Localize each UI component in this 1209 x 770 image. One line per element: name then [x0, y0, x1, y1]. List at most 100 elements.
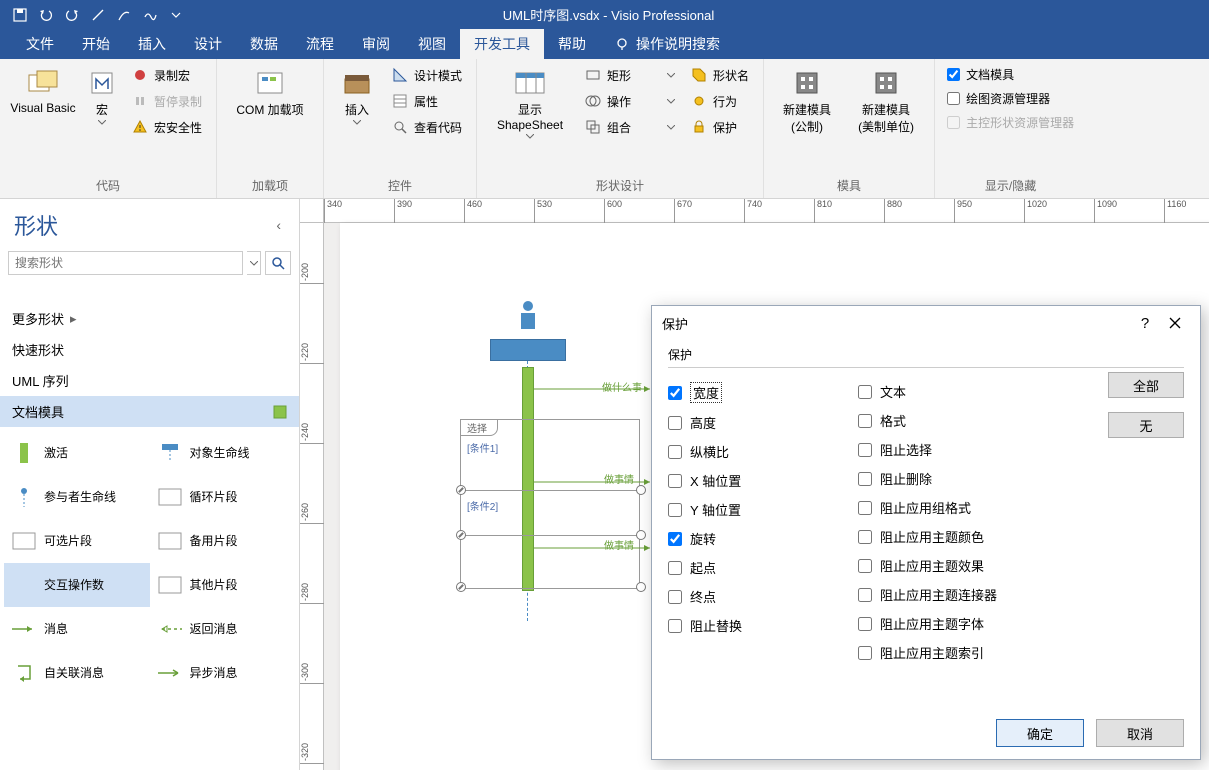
shape-opt-fragment[interactable]: 可选片段 — [4, 519, 150, 563]
protect-checkbox[interactable]: 格式 — [858, 411, 1028, 430]
lifeline-header[interactable] — [490, 339, 566, 361]
operand-separator[interactable] — [461, 490, 639, 491]
tab-help[interactable]: 帮助 — [544, 29, 600, 59]
shape-activation[interactable]: 激活 — [4, 431, 150, 475]
dialog-close-button[interactable] — [1160, 309, 1190, 337]
shapesheet-icon — [514, 67, 546, 99]
save-button[interactable] — [8, 3, 32, 27]
selection-handle[interactable] — [456, 582, 466, 592]
shape-other-fragment[interactable]: 其他片段 — [150, 563, 296, 607]
com-addins-button[interactable]: COM 加载项 — [225, 63, 315, 122]
record-macro-button[interactable]: 录制宏 — [126, 63, 208, 87]
doc-stencil-checkbox[interactable]: 文档模具 — [943, 63, 1078, 85]
protect-checkbox[interactable]: X 轴位置 — [668, 471, 838, 490]
document-stencil-category[interactable]: 文档模具 — [0, 396, 299, 427]
protect-checkbox[interactable]: 阻止删除 — [858, 469, 1028, 488]
protect-checkbox[interactable]: 旋转 — [668, 529, 838, 548]
view-code-button[interactable]: 查看代码 — [386, 115, 468, 139]
search-button[interactable] — [265, 251, 291, 275]
arc-tool-button[interactable] — [112, 3, 136, 27]
insert-control-button[interactable]: 插入 — [332, 63, 382, 129]
tab-review[interactable]: 审阅 — [348, 29, 404, 59]
design-mode-button[interactable]: 设计模式 — [386, 63, 468, 87]
show-shapesheet-button[interactable]: 显示 ShapeSheet — [485, 63, 575, 143]
macro-security-button[interactable]: 宏安全性 — [126, 115, 208, 139]
tab-data[interactable]: 数据 — [236, 29, 292, 59]
line-tool-button[interactable] — [86, 3, 110, 27]
operations-button[interactable]: 操作 — [579, 89, 681, 113]
protect-checkbox[interactable]: 阻止应用组格式 — [858, 498, 1028, 517]
selection-handle[interactable] — [636, 530, 646, 540]
new-stencil-us-button[interactable]: 新建模具 (美制单位) — [846, 63, 926, 139]
message-arrow[interactable] — [534, 545, 654, 551]
undo-button[interactable] — [34, 3, 58, 27]
collapse-pane-button[interactable]: ‹ — [272, 213, 285, 237]
tab-view[interactable]: 视图 — [404, 29, 460, 59]
search-shapes-input[interactable] — [8, 251, 243, 275]
ok-button[interactable]: 确定 — [996, 719, 1084, 747]
redo-button[interactable] — [60, 3, 84, 27]
cancel-button[interactable]: 取消 — [1096, 719, 1184, 747]
actor-shape[interactable] — [518, 301, 538, 331]
tab-process[interactable]: 流程 — [292, 29, 348, 59]
shape-actor-lifeline[interactable]: 参与者生命线 — [4, 475, 150, 519]
protect-checkbox[interactable]: 阻止选择 — [858, 440, 1028, 459]
protect-checkbox[interactable]: Y 轴位置 — [668, 500, 838, 519]
operand-separator[interactable] — [461, 535, 639, 536]
search-dropdown-button[interactable] — [247, 251, 261, 275]
selection-handle[interactable] — [636, 485, 646, 495]
select-none-button[interactable]: 无 — [1108, 412, 1184, 438]
tell-me-search[interactable]: 操作说明搜索 — [600, 29, 734, 59]
dialog-titlebar: 保护 ? — [652, 306, 1200, 340]
message-arrow[interactable] — [534, 386, 654, 392]
alt-fragment-frame[interactable]: 选择 [条件1] [条件2] — [460, 419, 640, 589]
quick-shapes-button[interactable]: 快速形状 — [0, 334, 299, 365]
more-shapes-button[interactable]: 更多形状▸ — [0, 303, 299, 334]
combine-button[interactable]: 组合 — [579, 115, 681, 139]
dialog-help-button[interactable]: ? — [1130, 309, 1160, 337]
behavior-button[interactable]: 行为 — [685, 89, 755, 113]
protect-checkbox[interactable]: 起点 — [668, 558, 838, 577]
protect-checkbox[interactable]: 阻止应用主题字体 — [858, 614, 1028, 633]
shape-name-button[interactable]: 形状名 — [685, 63, 755, 87]
new-stencil-metric-button[interactable]: 新建模具 (公制) — [772, 63, 842, 139]
tab-insert[interactable]: 插入 — [124, 29, 180, 59]
rectangle-tool-button[interactable]: 矩形 — [579, 63, 681, 87]
protect-checkbox[interactable]: 高度 — [668, 413, 838, 432]
properties-button[interactable]: 属性 — [386, 89, 468, 113]
protect-checkbox[interactable]: 阻止应用主题索引 — [858, 643, 1028, 662]
shape-message[interactable]: 消息 — [4, 607, 150, 651]
visual-basic-button[interactable]: Visual Basic — [8, 63, 78, 119]
selection-handle[interactable] — [636, 582, 646, 592]
protect-checkbox[interactable]: 阻止应用主题效果 — [858, 556, 1028, 575]
shape-loop-fragment[interactable]: 循环片段 — [150, 475, 296, 519]
macros-button[interactable]: 宏 — [82, 63, 122, 129]
select-all-button[interactable]: 全部 — [1108, 372, 1184, 398]
protect-checkbox[interactable]: 终点 — [668, 587, 838, 606]
qat-customize-button[interactable] — [164, 3, 188, 27]
protect-checkbox[interactable]: 阻止替换 — [668, 616, 838, 635]
uml-sequence-category[interactable]: UML 序列 — [0, 365, 299, 396]
protect-checkbox[interactable]: 阻止应用主题连接器 — [858, 585, 1028, 604]
tab-design[interactable]: 设计 — [180, 29, 236, 59]
message-arrow[interactable] — [534, 479, 654, 485]
shape-interaction-operand[interactable]: 交互操作数 — [4, 563, 150, 607]
protect-checkbox[interactable]: 阻止应用主题颜色 — [858, 527, 1028, 546]
shape-object-lifeline[interactable]: 对象生命线 — [150, 431, 296, 475]
protection-button[interactable]: 保护 — [685, 115, 755, 139]
shape-async-message[interactable]: 异步消息 — [150, 651, 296, 695]
tab-developer[interactable]: 开发工具 — [460, 29, 544, 59]
group-label-show-hide: 显示/隐藏 — [943, 175, 1078, 196]
protect-checkbox[interactable]: 宽度 — [668, 382, 838, 403]
selection-handle[interactable] — [456, 530, 466, 540]
freeform-tool-button[interactable] — [138, 3, 162, 27]
drawing-explorer-checkbox[interactable]: 绘图资源管理器 — [943, 87, 1078, 109]
protect-checkbox[interactable]: 纵横比 — [668, 442, 838, 461]
tab-home[interactable]: 开始 — [68, 29, 124, 59]
protect-checkbox[interactable]: 文本 — [858, 382, 1028, 401]
shape-return-message[interactable]: 返回消息 — [150, 607, 296, 651]
selection-handle[interactable] — [456, 485, 466, 495]
shape-self-message[interactable]: 自关联消息 — [4, 651, 150, 695]
shape-alt-fragment[interactable]: 备用片段 — [150, 519, 296, 563]
tab-file[interactable]: 文件 — [12, 29, 68, 59]
